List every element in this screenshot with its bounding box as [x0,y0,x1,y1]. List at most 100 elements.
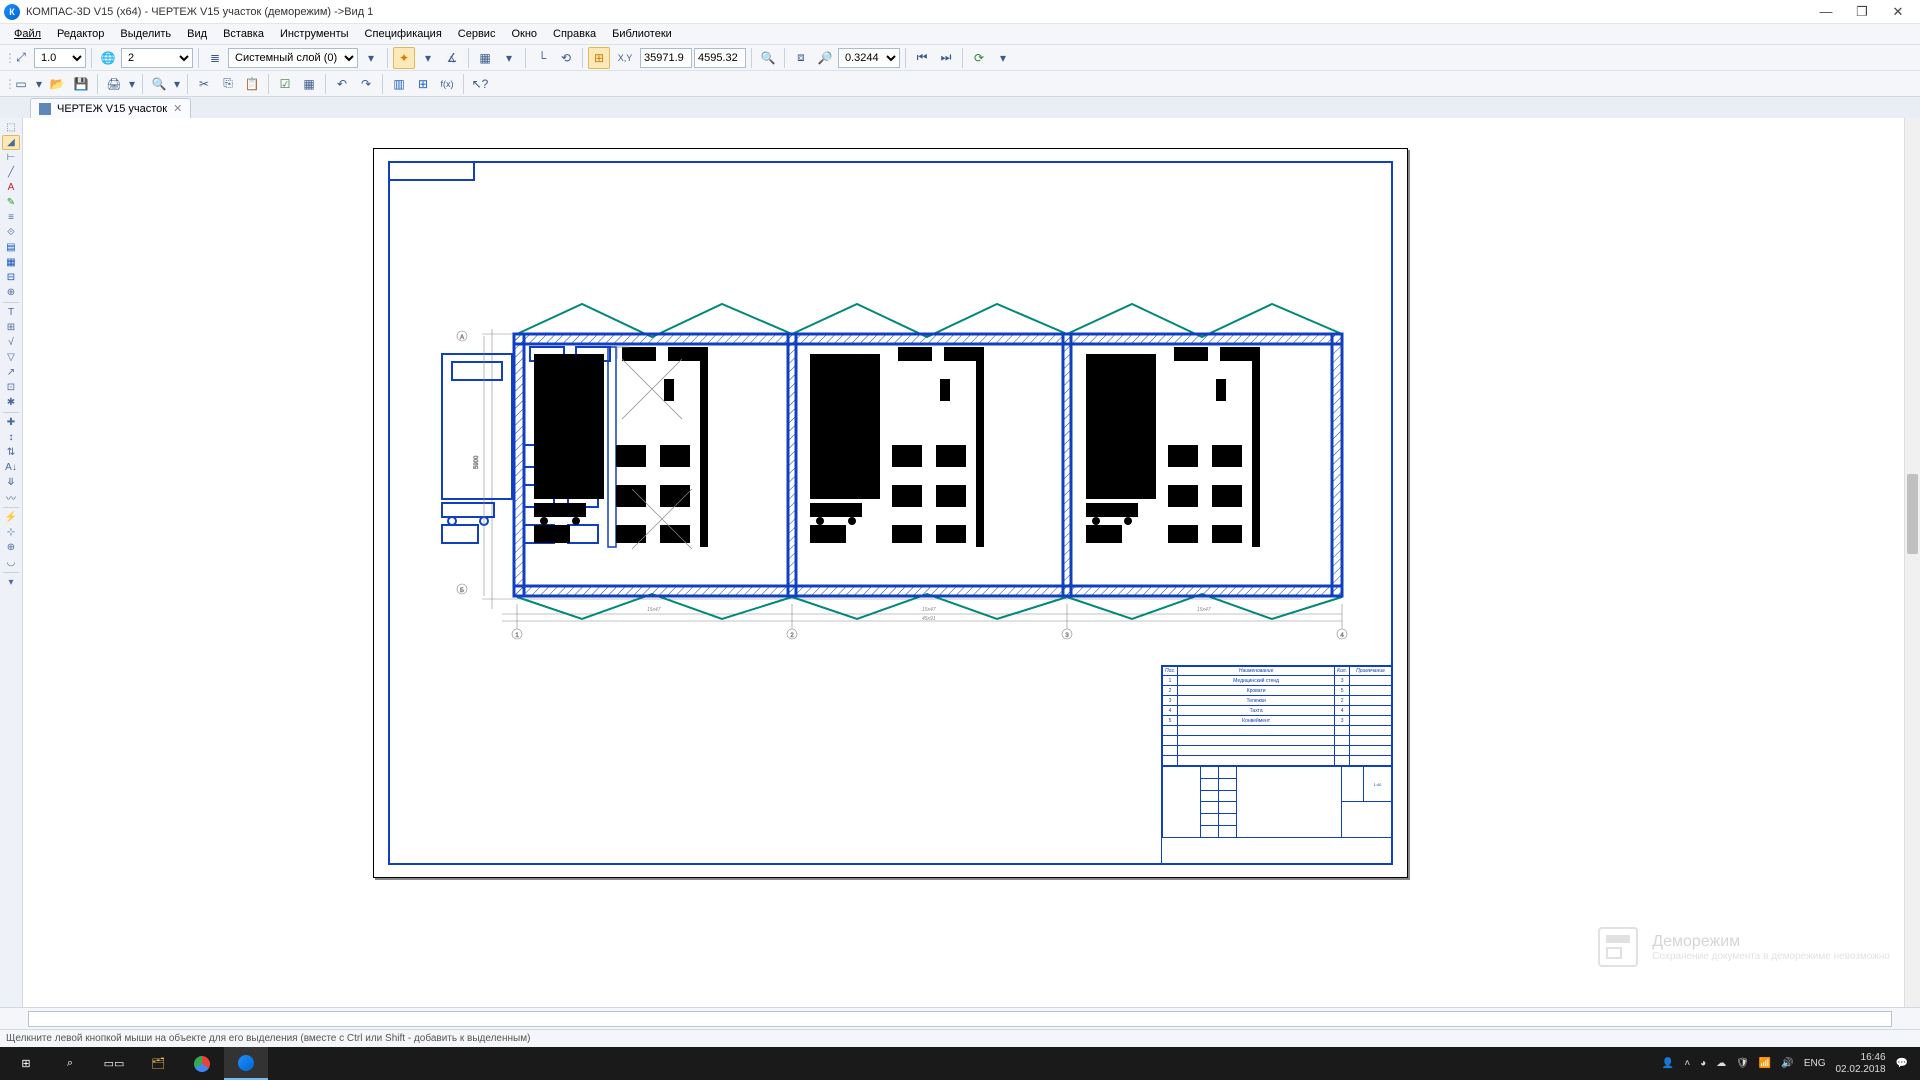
copy-icon[interactable]: ⎘ [217,73,239,95]
coord-y-input[interactable] [694,48,746,68]
layer-select[interactable]: Системный слой (0) [228,48,358,68]
table-tool-icon[interactable]: ⊞ [2,320,20,335]
vertical-scrollbar[interactable] [1904,118,1920,1007]
search-button[interactable]: ⌕ [48,1047,92,1080]
defender-icon[interactable]: 🛡 [1736,1058,1749,1069]
library-icon[interactable]: ⊞ [412,73,434,95]
zoom-dropdown-icon[interactable]: ▾ [992,47,1014,69]
minimize-button[interactable]: — [1808,1,1844,23]
toolbar-grip[interactable] [4,77,8,91]
command-input[interactable] [28,1011,1892,1027]
menu-view[interactable]: Вид [179,26,215,42]
arrow-icon[interactable]: ↕ [2,430,20,445]
preview-icon[interactable]: 🔍 [148,73,170,95]
zoom-val-icon[interactable]: 🔎 [814,47,836,69]
center-icon[interactable]: ✚ [2,415,20,430]
help-context-icon[interactable]: ↖? [469,73,491,95]
tolerance-icon[interactable]: ⊡ [2,380,20,395]
snap-dropdown-icon[interactable]: ▾ [417,47,439,69]
round-icon[interactable]: ⟲ [555,47,577,69]
select-tool-icon[interactable]: ⬚ [2,120,20,135]
zoom-prev-icon[interactable]: ⏮ [911,47,933,69]
onedrive-icon[interactable]: ☁ [1716,1058,1726,1069]
text-tool-icon[interactable]: A [2,180,20,195]
chrome-button[interactable] [180,1047,224,1080]
circle-axis-icon[interactable]: ⊕ [2,540,20,555]
grid-dropdown-icon[interactable]: ▾ [498,47,520,69]
angle-icon[interactable]: ∡ [441,47,463,69]
roughness-icon[interactable]: √ [2,335,20,350]
menu-file[interactable]: Файл [6,26,49,42]
coord-x-input[interactable] [640,48,692,68]
view-arrow-icon[interactable]: ⤋ [2,475,20,490]
language-indicator[interactable]: ENG [1804,1058,1826,1069]
tray-chevron-icon[interactable]: ˄ [1684,1058,1690,1069]
ortho-icon[interactable]: └ [531,47,553,69]
properties-icon[interactable]: ☑ [274,73,296,95]
state-select[interactable]: 2 [121,48,193,68]
start-button[interactable]: ⊞ [4,1047,48,1080]
measure-tool-icon[interactable]: ⟐ [2,225,20,240]
wave-icon[interactable]: 〰 [2,490,20,505]
zoom-select[interactable]: 0.3244 [838,48,900,68]
maximize-button[interactable]: ❐ [1844,1,1880,23]
drawing-canvas[interactable]: A Б 1 2 3 4 [23,118,1920,1007]
step-select[interactable]: 1.0 [34,48,86,68]
new-dropdown-icon[interactable]: ▾ [34,73,44,95]
toolbar-grip[interactable] [4,51,8,65]
redo-icon[interactable]: ↷ [355,73,377,95]
axis-icon[interactable]: ⊹ [2,525,20,540]
param-tool-icon[interactable]: ≡ [2,210,20,225]
menu-select[interactable]: Выделить [112,26,179,42]
menu-insert[interactable]: Вставка [215,26,272,42]
menu-libraries[interactable]: Библиотеки [604,26,680,42]
print-dropdown-icon[interactable]: ▾ [127,73,137,95]
explorer-button[interactable]: 🗂 [136,1047,180,1080]
table-icon[interactable]: ▦ [298,73,320,95]
manager-icon[interactable]: ▥ [388,73,410,95]
text-edit-icon[interactable]: T [2,305,20,320]
step-icon[interactable]: ⤢ [10,47,32,69]
close-button[interactable]: ✕ [1880,1,1916,23]
notifications-icon[interactable]: 💬 [1896,1058,1908,1069]
more-dropdown-icon[interactable]: ▾ [2,575,20,590]
cut-icon[interactable]: ✂ [193,73,215,95]
taskview-button[interactable]: ▭▭ [92,1047,136,1080]
insert-tool-icon[interactable]: ⊕ [2,285,20,300]
zoom-next-icon[interactable]: ⏭ [935,47,957,69]
report-tool-icon[interactable]: ⊟ [2,270,20,285]
base-icon[interactable]: ▽ [2,350,20,365]
network-icon[interactable]: 📶 [1759,1058,1771,1069]
snap-toggle-icon[interactable]: ✦ [393,47,415,69]
undo-icon[interactable]: ↶ [331,73,353,95]
dimension-tool-icon[interactable]: ⊢ [2,150,20,165]
spec-tool-icon[interactable]: ▦ [2,255,20,270]
mark-icon[interactable]: ✱ [2,395,20,410]
refresh-icon[interactable]: ⟳ [968,47,990,69]
hatch-tool-icon[interactable]: ▤ [2,240,20,255]
menu-help[interactable]: Справка [545,26,604,42]
zoom-in-icon[interactable]: 🔍 [757,47,779,69]
menu-window[interactable]: Окно [503,26,545,42]
document-tab[interactable]: ЧЕРТЕЖ V15 участок ✕ [30,98,191,118]
layer-icon[interactable]: ≣ [204,47,226,69]
paste-icon[interactable]: 📋 [241,73,263,95]
open-icon[interactable]: 📂 [46,73,68,95]
section-icon[interactable]: ⇅ [2,445,20,460]
new-icon[interactable]: ▭ [10,73,32,95]
auto-axis-icon[interactable]: ⚡ [2,510,20,525]
state-icon[interactable]: 🌐 [97,47,119,69]
menu-service[interactable]: Сервис [450,26,504,42]
system-tray[interactable]: 👤 ˄ ◕ ☁ 🛡 📶 🔊 ENG 16:46 02.02.2018 💬 [1654,1052,1916,1076]
line-tool-icon[interactable]: ╱ [2,165,20,180]
cut-line-icon[interactable]: A↓ [2,460,20,475]
menu-spec[interactable]: Спецификация [357,26,450,42]
doc-close-icon[interactable]: ✕ [173,102,182,115]
leader-icon[interactable]: ↗ [2,365,20,380]
zoom-window-icon[interactable]: ⧈ [790,47,812,69]
print-icon[interactable]: 🖨 [103,73,125,95]
geometry-tool-icon[interactable]: ◢ [2,135,20,150]
steam-icon[interactable]: ◕ [1700,1058,1706,1069]
taskbar-clock[interactable]: 16:46 02.02.2018 [1835,1052,1885,1076]
volume-icon[interactable]: 🔊 [1781,1058,1793,1069]
